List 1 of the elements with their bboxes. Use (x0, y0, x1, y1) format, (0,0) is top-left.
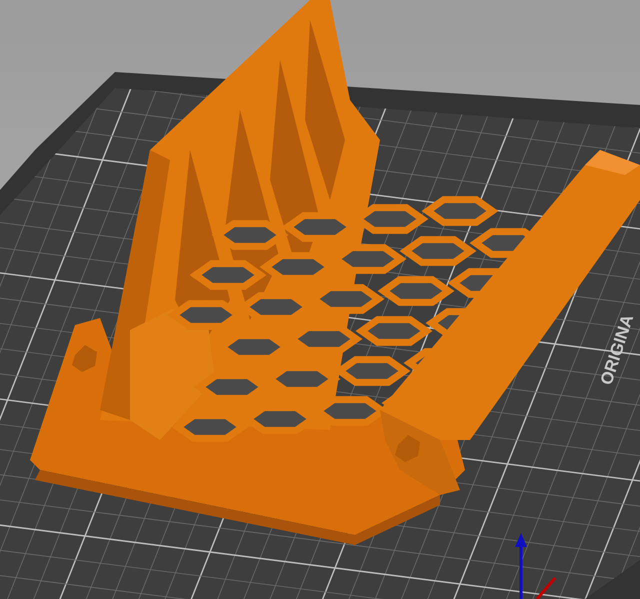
z-axis-arrow (515, 533, 527, 599)
